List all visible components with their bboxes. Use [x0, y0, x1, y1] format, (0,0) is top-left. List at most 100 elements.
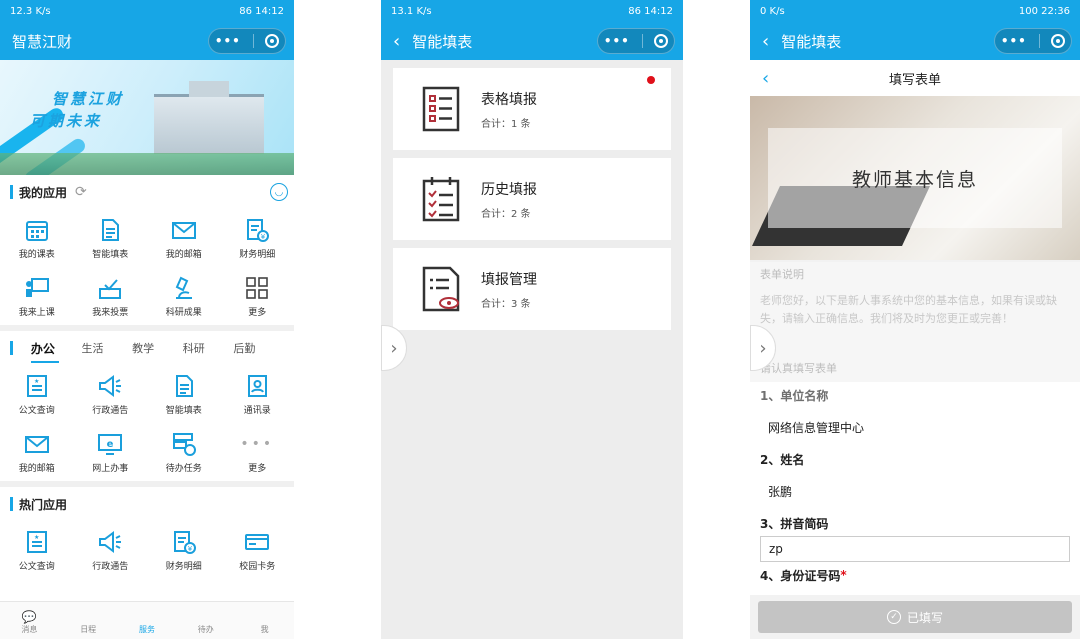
- app-label: 我的课表: [18, 249, 55, 260]
- tab-logistics[interactable]: 后勤: [233, 340, 284, 356]
- card-count: 合计：2 条: [481, 208, 531, 220]
- app-my-mailbox[interactable]: 我的邮箱: [147, 209, 221, 267]
- capsule-divider: [1038, 34, 1040, 48]
- app-admin-notice[interactable]: 行政通告: [74, 365, 148, 423]
- tab-teaching[interactable]: 教学: [132, 340, 183, 356]
- app-finance-details[interactable]: ¥ 财务明细: [221, 209, 295, 267]
- app-more[interactable]: 更多: [221, 267, 295, 325]
- app-online-service[interactable]: e 网上办事: [74, 423, 148, 481]
- card-text: 表格填报 合计：1 条: [481, 89, 537, 130]
- skin-icon[interactable]: ◡: [270, 183, 288, 201]
- app-label: 智能填表: [165, 405, 202, 416]
- more-menu-icon[interactable]: •••: [1001, 34, 1027, 48]
- network-speed: 12.3 K/s: [10, 5, 51, 17]
- tabbar-me[interactable]: 我: [235, 602, 294, 639]
- app-smart-form[interactable]: 智能填表: [74, 209, 148, 267]
- refresh-icon[interactable]: ⟳: [75, 184, 87, 200]
- form-list-icon: [422, 86, 460, 132]
- more-menu-icon[interactable]: •••: [215, 34, 241, 48]
- app-label: 公文查询: [18, 561, 55, 572]
- tab-life[interactable]: 生活: [81, 340, 132, 356]
- banner-slogan-1: 智慧江财: [52, 90, 125, 108]
- network-speed: 13.1 K/s: [391, 5, 432, 17]
- card-title: 填报管理: [481, 271, 537, 288]
- card-form-fill[interactable]: 表格填报 合计：1 条: [393, 68, 671, 150]
- description-heading: 表单说明: [750, 260, 1080, 288]
- field-value-name[interactable]: 张鹏: [750, 472, 1080, 510]
- phone-screen-fill-form: 0 K/s 100 22:36 ‹ 智能填表 ••• ‹ 填写表单 教师基本信息…: [750, 0, 1080, 639]
- tabbar-schedule[interactable]: 日程: [59, 602, 118, 639]
- miniprogram-capsule[interactable]: •••: [208, 28, 286, 54]
- clock: 22:36: [1041, 5, 1070, 17]
- app-doc-search[interactable]: ★ 公文查询: [0, 365, 74, 423]
- check-circle-icon: ✓: [886, 610, 901, 624]
- document-view-icon: [422, 266, 460, 312]
- svg-text:¥: ¥: [261, 233, 266, 241]
- submit-label: 已填写: [906, 610, 943, 625]
- miniprogram-capsule[interactable]: •••: [597, 28, 675, 54]
- hot-app-admin-notice[interactable]: 行政通告: [74, 521, 148, 579]
- app-label: 待办任务: [165, 463, 202, 474]
- doc-search-icon: ★: [23, 529, 51, 555]
- back-chevron-icon[interactable]: ‹: [762, 31, 769, 52]
- hot-app-finance[interactable]: ¥ 财务明细: [147, 521, 221, 579]
- app-label: 我来上课: [18, 307, 55, 318]
- app-vote[interactable]: 我来投票: [74, 267, 148, 325]
- fill-heading: 请认真填写表单: [750, 354, 1080, 382]
- app-label: 更多: [248, 307, 267, 318]
- card-text: 历史填报 合计：2 条: [481, 179, 537, 220]
- tabbar-todo[interactable]: 待办: [176, 602, 235, 639]
- tabbar-label: 服务: [138, 625, 155, 634]
- battery-level: 86: [628, 5, 641, 17]
- miniprogram-capsule[interactable]: •••: [994, 28, 1072, 54]
- tabbar-messages[interactable]: 💬 消息: [0, 602, 59, 639]
- more-menu-icon[interactable]: •••: [604, 34, 630, 48]
- hot-app-campus-card[interactable]: 校园卡务: [221, 521, 295, 579]
- tab-research[interactable]: 科研: [183, 340, 234, 356]
- app-smart-form-2[interactable]: 智能填表: [147, 365, 221, 423]
- phone-screen-smart-form: 13.1 K/s 86 14:12 ‹ 智能填表 ••• 表格填报 合计：1 条…: [381, 0, 683, 639]
- submitted-button[interactable]: ✓ 已填写: [758, 601, 1072, 633]
- app-title: 智慧江财: [12, 32, 73, 51]
- description-text: 老师您好，以下是新人事系统中您的基本信息，如果有误或缺失，请输入正确信息。我们将…: [750, 288, 1080, 354]
- field-value-unit[interactable]: 网络信息管理中心: [750, 408, 1080, 446]
- nav-bar: ‹ 智能填表 •••: [750, 22, 1080, 60]
- hot-app-doc-search[interactable]: ★ 公文查询: [0, 521, 74, 579]
- app-todo-tasks[interactable]: 待办任务: [147, 423, 221, 481]
- grid-icon: [243, 275, 271, 301]
- nav-bar: ‹ 智能填表 •••: [381, 22, 683, 60]
- checklist-calendar-icon: [422, 177, 460, 222]
- status-bar: 0 K/s 100 22:36: [750, 0, 1080, 22]
- card-title: 历史填报: [481, 181, 537, 198]
- app-label: 财务明细: [239, 249, 276, 260]
- hot-apps-grid: ★ 公文查询 行政通告 ¥ 财务明细 校园卡务: [0, 521, 294, 579]
- card-title: 表格填报: [481, 91, 537, 108]
- card-history[interactable]: 历史填报 合计：2 条: [393, 158, 671, 240]
- banner-trees: [0, 153, 294, 175]
- close-miniprogram-icon[interactable]: [1051, 34, 1066, 48]
- app-more-office[interactable]: ••• 更多: [221, 423, 295, 481]
- card-text: 填报管理 合计：3 条: [481, 269, 537, 310]
- close-miniprogram-icon[interactable]: [654, 34, 669, 48]
- app-label: 科研成果: [165, 307, 202, 318]
- tab-office[interactable]: 办公: [30, 340, 82, 363]
- app-contacts[interactable]: 通讯录: [221, 365, 295, 423]
- close-miniprogram-icon[interactable]: [265, 34, 280, 48]
- app-my-schedule[interactable]: 我的课表: [0, 209, 74, 267]
- banner[interactable]: 智慧江财 可期未来: [0, 60, 294, 175]
- card-manage[interactable]: 填报管理 合计：3 条: [393, 248, 671, 330]
- clock: 14:12: [255, 5, 284, 17]
- back-chevron-icon[interactable]: ‹: [393, 31, 400, 52]
- document-icon: [170, 373, 198, 399]
- app-research[interactable]: 科研成果: [147, 267, 221, 325]
- clock: 14:12: [644, 5, 673, 17]
- app-my-mailbox-2[interactable]: 我的邮箱: [0, 423, 74, 481]
- back-arrow-icon[interactable]: ‹: [762, 68, 769, 89]
- slide-next-arrow[interactable]: ›: [381, 325, 407, 371]
- campus-building-image: [154, 81, 264, 154]
- tabbar-label: 消息: [21, 625, 38, 634]
- pinyin-input[interactable]: zp: [760, 536, 1070, 562]
- submit-bar: ✓ 已填写: [750, 595, 1080, 639]
- tabbar-services[interactable]: 服务: [118, 602, 177, 639]
- app-attend-class[interactable]: 我来上课: [0, 267, 74, 325]
